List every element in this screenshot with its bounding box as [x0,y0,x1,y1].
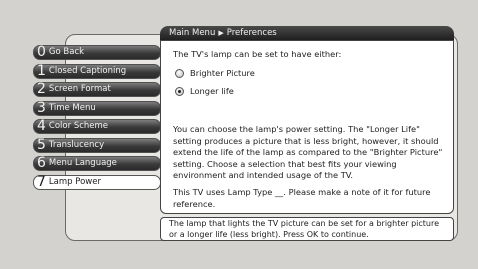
menu-item-number: 5 [37,136,46,153]
option-longer-life[interactable]: Longer life [175,86,234,98]
menu-item-closed-captioning[interactable]: 1 Closed Captioning [33,62,161,79]
breadcrumb-root: Main Menu [169,28,216,38]
menu-item-translucency[interactable]: 5 Translucency [33,136,161,153]
breadcrumb: Main Menu ▶ Preferences [160,26,454,40]
radio-checked-icon [175,87,184,97]
menu-item-number: 1 [37,62,46,79]
menu-item-label: Menu Language [48,158,117,168]
menu-item-label: Lamp Power [48,176,101,187]
menu-item-number: 7 [37,173,46,190]
menu-item-time-menu[interactable]: 3 Time Menu [33,99,161,116]
lamp-description: You can choose the lamp's power setting.… [173,124,443,180]
lamp-prompt: The TV's lamp can be set to have either: [173,49,342,59]
option-label: Brighter Picture [190,68,255,78]
menu-item-number: 2 [37,81,46,97]
breadcrumb-separator-icon: ▶ [218,29,224,37]
menu-item-label: Time Menu [48,102,96,113]
menu-item-number: 0 [37,44,46,60]
option-label: Longer life [190,86,234,96]
radio-unchecked-icon [175,69,184,79]
menu-item-label: Color Scheme [48,121,109,131]
lamp-type-note: This TV uses Lamp Type __. Please make a… [173,187,431,209]
menu-item-label: Screen Format [48,84,111,94]
menu-item-label: Translucency [48,139,105,150]
menu-item-screen-format[interactable]: 2 Screen Format [33,82,161,97]
menu-item-color-scheme[interactable]: 4 Color Scheme [33,119,161,134]
option-brighter-picture[interactable]: Brighter Picture [175,68,255,80]
menu-item-label: Go Back [48,47,85,57]
menu-item-number: 3 [37,99,46,116]
status-help-text: The lamp that lights the TV picture can … [160,217,454,241]
menu-item-number: 6 [37,155,46,171]
lamp-power-panel: The TV's lamp can be set to have either:… [160,40,454,214]
menu-item-number: 4 [37,118,46,134]
menu-item-lamp-power[interactable]: 7 Lamp Power [33,173,161,190]
menu-item-go-back[interactable]: 0 Go Back [33,45,161,60]
menu-item-label: Closed Captioning [48,65,127,76]
breadcrumb-current: Preferences [226,28,277,38]
preferences-menu: 0 Go Back 1 Closed Captioning 2 Screen Form… [33,45,161,193]
menu-item-menu-language[interactable]: 6 Menu Language [33,156,161,171]
